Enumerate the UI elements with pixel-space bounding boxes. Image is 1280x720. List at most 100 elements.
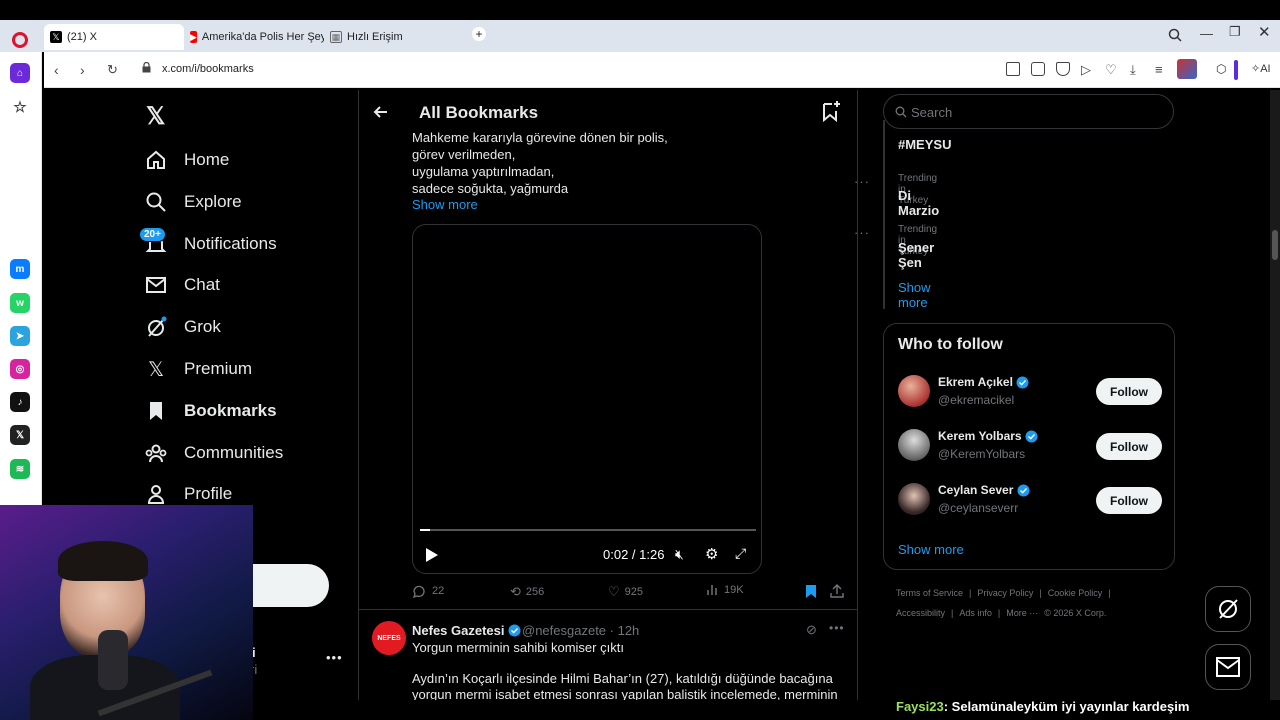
fullscreen-icon[interactable]: ⤢ [735,545,746,562]
minimize-icon[interactable]: — [1200,26,1213,41]
tab-quick-access[interactable]: ▦ Hızlı Erişim [324,24,464,50]
bookmarks-star-icon[interactable]: ☆ [10,97,30,117]
camera-icon[interactable] [1031,62,1045,76]
tab-youtube[interactable]: ▶ Amerika'da Polis Her Şeyi [184,24,324,50]
x-sidebar-icon[interactable]: 𝕏 [10,425,30,445]
follow-button[interactable]: Follow [1096,433,1162,460]
repost-button[interactable]: ⟲ 256 [510,584,544,600]
nav-home[interactable]: Home [144,145,229,175]
trend-item-name[interactable]: Di Marzio [898,188,939,218]
video-time: 0:02 / 1:26 [603,547,665,562]
restore-icon[interactable]: ❐ [1229,24,1241,40]
share-icon[interactable] [830,584,844,598]
notifications-badge: 20+ [139,227,166,242]
nav-grok[interactable]: Grok [144,312,221,342]
tiktok-icon[interactable]: ♪ [10,392,30,412]
trend-item-name[interactable]: Şener Şen [898,240,934,270]
nav-explore[interactable]: Explore [144,187,242,217]
top-strip [0,0,1280,20]
x-logo-icon[interactable]: 𝕏 [146,102,165,131]
avatar[interactable] [898,429,930,461]
avatar[interactable] [898,483,930,515]
nav-chat[interactable]: Chat [144,270,220,300]
messenger-icon[interactable]: m [10,259,30,279]
telegram-icon[interactable]: ➤ [10,326,30,346]
tab-x[interactable]: 𝕏 (21) X [44,24,184,50]
ai-button[interactable]: ✧AI [1251,62,1271,75]
nav-label: Grok [184,317,221,336]
user-name[interactable]: Kerem Yolbars [938,429,1038,443]
bookmarked-icon[interactable] [805,584,817,599]
trends-show-more[interactable]: Show more [898,280,931,310]
avatar[interactable] [898,375,930,407]
footer-link-accessibility[interactable]: Accessibility [896,608,945,618]
settings-gear-icon[interactable]: ⚙ [705,545,718,563]
footer-link-more[interactable]: More ··· [1006,608,1038,618]
back-arrow-icon[interactable] [373,104,389,120]
cube-icon[interactable]: ⬡ [1216,62,1230,76]
nav-communities[interactable]: Communities [144,438,283,468]
back-icon[interactable]: ‹ [54,62,59,78]
account-more-icon[interactable]: ••• [326,650,343,665]
ai-label: AI [1260,63,1271,75]
footer-link-terms[interactable]: Terms of Service [896,588,963,598]
reload-icon[interactable]: ↻ [107,62,118,78]
close-window-icon[interactable]: ✕ [1258,23,1271,41]
nefes-avatar[interactable]: NEFES [372,621,406,655]
heart-icon[interactable]: ♡ [1105,62,1119,77]
forward-icon[interactable]: › [80,62,85,78]
who-to-follow-show-more[interactable]: Show more [898,542,964,557]
follow-button[interactable]: Follow [1096,487,1162,514]
user-name[interactable]: Ceylan Sever [938,483,1030,497]
nav-bookmarks[interactable]: Bookmarks [144,396,277,426]
grok-fab[interactable] [1205,586,1251,632]
play-icon[interactable]: ▷ [1081,62,1095,77]
tab-search-icon[interactable] [1168,28,1182,42]
like-button[interactable]: ♡ 925 [608,584,643,600]
bookmark-icon [144,399,168,423]
instagram-icon[interactable]: ◎ [10,359,30,379]
microphone-icon [98,630,128,690]
whatsapp-icon[interactable]: w [10,293,30,313]
trend-more-icon[interactable]: ··· [854,225,870,240]
grok-explain-icon[interactable]: ⊘ [806,622,817,638]
tweet-line: görev verilmeden, [412,147,516,162]
profile-avatar-icon[interactable] [1177,59,1197,79]
new-tab-button[interactable]: + [472,27,486,41]
show-more-link[interactable]: Show more [412,197,478,212]
play-icon[interactable] [425,547,439,563]
footer-link-ads[interactable]: Ads info [959,608,992,618]
video-player[interactable]: 0:02 / 1:26 🔇︎ ⚙ ⤢ [412,224,762,574]
messages-fab[interactable] [1205,644,1251,690]
page-scrollbar[interactable] [1270,90,1280,700]
tweet-divider [359,609,857,610]
user-name-text: Ekrem Açıkel [938,375,1013,389]
video-progress-bar[interactable] [420,529,756,531]
trend-more-icon[interactable]: ··· [854,174,870,189]
menu-icon[interactable]: ≡ [1155,62,1169,77]
new-folder-icon[interactable] [821,100,841,122]
nav-premium[interactable]: 𝕏 Premium [144,354,252,384]
download-icon[interactable]: ⤓ [1130,62,1144,77]
user-name[interactable]: Ekrem Açıkel [938,375,1029,389]
home-speed-dial-icon[interactable]: ⌂ [10,63,30,83]
snapshot-edit-icon[interactable] [1006,62,1020,76]
search-input[interactable]: Search [883,94,1174,129]
scrollbar-thumb[interactable] [1272,230,1278,260]
mute-icon[interactable]: 🔇︎ [675,546,684,563]
tweet-more-icon[interactable]: ••• [829,621,845,635]
tweet-author-handle[interactable]: @nefesgazete · 12h [522,623,639,638]
reply-button[interactable]: 22 [412,584,444,598]
follow-button[interactable]: Follow [1096,378,1162,405]
spotify-icon[interactable]: ≋ [10,459,30,479]
footer-link-privacy[interactable]: Privacy Policy [977,588,1033,598]
views-button[interactable]: 19K [706,584,744,596]
opera-logo-icon[interactable] [12,32,28,48]
shield-icon[interactable] [1056,62,1070,76]
nav-label: Premium [184,359,253,378]
footer-link-cookie[interactable]: Cookie Policy [1048,588,1103,598]
home-icon [144,148,168,172]
trend-item-name[interactable]: #MEYSU [898,137,951,152]
url-field[interactable]: x.com/i/bookmarks [162,63,254,75]
tweet-author-name[interactable]: Nefes Gazetesi [412,623,521,638]
